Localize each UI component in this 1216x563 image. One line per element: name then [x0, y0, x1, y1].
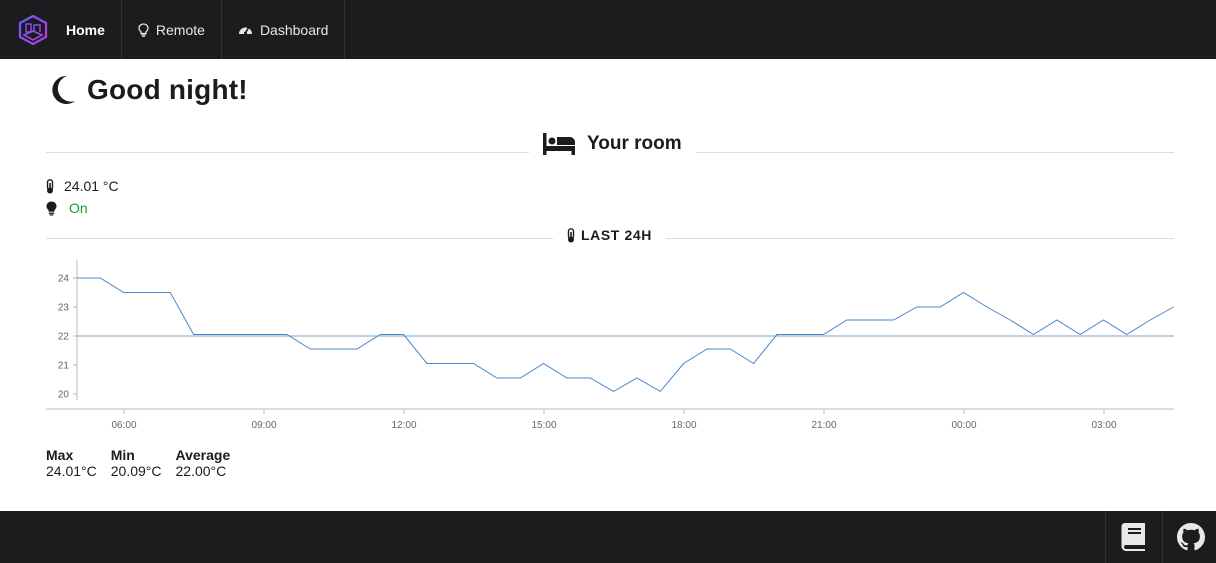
- stat-average: Average 22.00°C: [176, 447, 231, 479]
- history-section-header: LAST 24H: [553, 227, 666, 243]
- stat-average-label: Average: [175, 447, 231, 463]
- book-icon: [1121, 523, 1145, 551]
- y-tick-label: 22: [58, 332, 70, 343]
- x-tick-label: 18:00: [671, 420, 696, 431]
- stat-max-value: 24.01°C: [46, 463, 97, 479]
- app-logo-icon[interactable]: [0, 0, 66, 59]
- github-button[interactable]: [1162, 511, 1216, 563]
- light-status-row: On: [46, 200, 88, 216]
- stat-max: Max 24.01°C: [46, 447, 97, 479]
- top-navbar: Home Remote Dashboard: [0, 0, 1216, 59]
- nav-dashboard[interactable]: Dashboard: [222, 0, 346, 59]
- thermometer-icon: [567, 227, 575, 242]
- room-section-header: Your room: [529, 133, 696, 155]
- lightbulb-icon: [46, 201, 57, 215]
- temperature-value: 24.01 °C: [64, 178, 119, 194]
- lightbulb-icon: [138, 22, 149, 37]
- temperature-chart: 20 21 22 23 24 06:00 09:00 12:00 15:00 18:00 21:00…: [46, 260, 1174, 431]
- thermometer-icon: [46, 178, 54, 193]
- y-tick-label: 24: [58, 274, 70, 285]
- nav-home-label: Home: [66, 21, 105, 38]
- x-tick-label: 12:00: [391, 420, 416, 431]
- x-tick-label: 03:00: [1091, 420, 1116, 431]
- temperature-series-line: [77, 277, 1174, 393]
- x-tick-label: 15:00: [531, 420, 556, 431]
- github-icon: [1176, 523, 1205, 551]
- stat-min-value: 20.09°C: [110, 463, 162, 479]
- history-label: LAST 24H: [581, 227, 652, 243]
- dashboard-gauge-icon: [238, 27, 252, 35]
- stat-min: Min 20.09°C: [111, 447, 162, 479]
- docs-book-button[interactable]: [1105, 511, 1161, 563]
- bed-icon: [543, 133, 575, 155]
- temperature-row: 24.01 °C: [46, 178, 119, 194]
- x-tick-label: 09:00: [251, 420, 276, 431]
- greeting-header: Good night!: [47, 74, 248, 106]
- y-tick-label: 23: [58, 303, 70, 314]
- x-tick-label: 00:00: [951, 420, 976, 431]
- stats-summary: Max 24.01°C Min 20.09°C Average 22.00°C: [46, 447, 244, 479]
- moon-icon: [52, 75, 75, 104]
- light-status-value: On: [69, 200, 88, 216]
- y-tick-label: 20: [58, 390, 70, 401]
- x-tick-label: 06:00: [111, 420, 136, 431]
- greeting-title: Good night!: [87, 74, 248, 105]
- stat-max-label: Max: [46, 447, 74, 463]
- stat-min-label: Min: [110, 447, 135, 463]
- nav-dashboard-label: Dashboard: [259, 21, 329, 38]
- x-tick-label: 21:00: [811, 420, 836, 431]
- footer-bar: [0, 511, 1216, 563]
- y-tick-label: 21: [58, 361, 70, 372]
- nav-home[interactable]: Home: [66, 0, 122, 59]
- nav-remote-label: Remote: [155, 21, 205, 38]
- room-title: Your room: [587, 133, 682, 154]
- nav-remote[interactable]: Remote: [122, 0, 222, 59]
- stat-average-value: 22.00°C: [175, 463, 227, 479]
